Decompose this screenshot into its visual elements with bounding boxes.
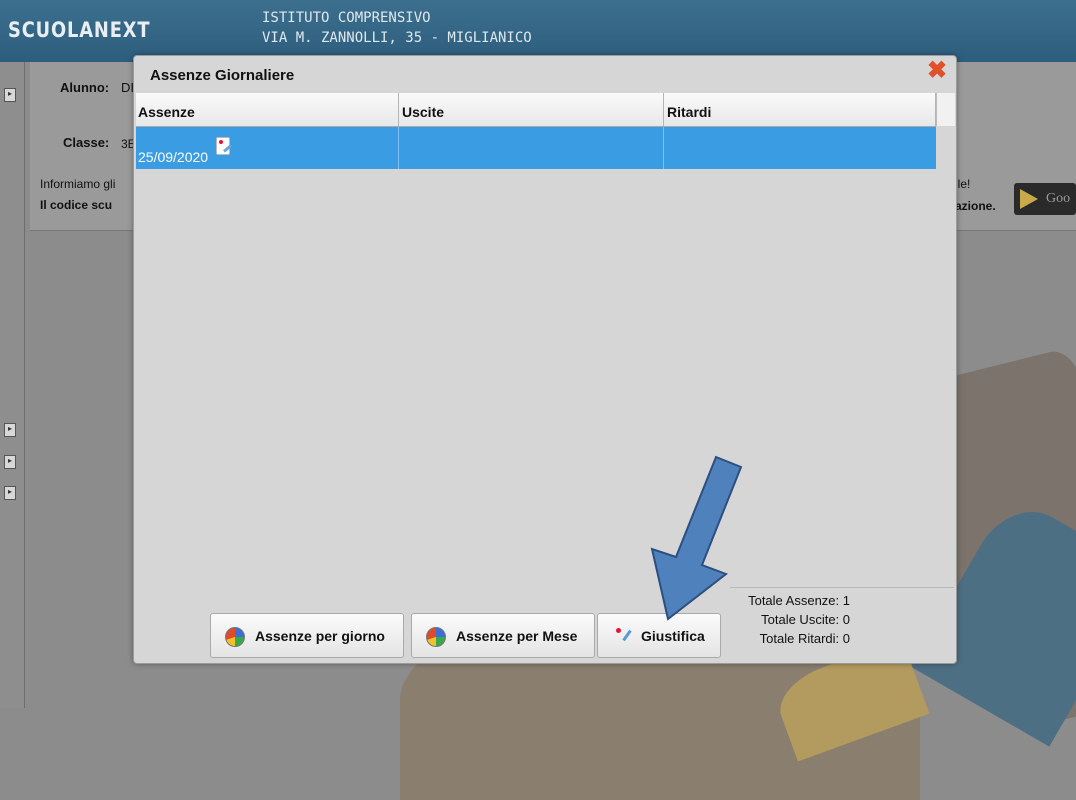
column-header-assenze[interactable]: Assenze bbox=[136, 93, 399, 126]
dialog-title: Assenze Giornaliere bbox=[150, 67, 295, 84]
button-label: Assenze per giorno bbox=[255, 628, 385, 644]
column-header-ritardi[interactable]: Ritardi bbox=[664, 93, 936, 126]
pie-chart-icon bbox=[426, 627, 446, 647]
school-name: ISTITUTO COMPRENSIVO VIA M. ZANNOLLI, 35… bbox=[262, 8, 532, 48]
google-play-icon bbox=[1020, 189, 1038, 209]
expand-icon[interactable]: ▸ bbox=[4, 423, 16, 437]
assenze-per-mese-button[interactable]: Assenze per Mese bbox=[411, 613, 595, 658]
column-header-uscite[interactable]: Uscite bbox=[399, 93, 664, 126]
table-header: Assenze Uscite Ritardi bbox=[136, 93, 936, 127]
google-play-text: Goo bbox=[1046, 191, 1071, 206]
alunno-label: Alunno: bbox=[60, 80, 110, 95]
close-icon[interactable]: ✖ bbox=[926, 59, 948, 83]
absence-date: 25/09/2020 bbox=[138, 149, 209, 165]
school-line-2: VIA M. ZANNOLLI, 35 - MIGLIANICO bbox=[262, 30, 532, 46]
cell-uscite bbox=[399, 127, 664, 169]
cell-ritardi bbox=[664, 127, 936, 169]
absences-dialog: Assenze Giornaliere ✖ Assenze Uscite Rit… bbox=[133, 55, 957, 664]
table-row[interactable]: 25/09/2020 bbox=[136, 127, 936, 169]
school-code-text: Il codice scu bbox=[40, 198, 113, 212]
footer-divider bbox=[730, 587, 954, 588]
scrollbar-header bbox=[936, 93, 955, 126]
pie-chart-icon bbox=[225, 627, 245, 647]
left-sidebar: ▸ ▸ ▸ ▸ bbox=[0, 62, 25, 708]
total-ritardi: Totale Ritardi: 0 bbox=[759, 631, 850, 646]
notice-text-end: ile! bbox=[955, 177, 971, 191]
button-label: Assenze per Mese bbox=[456, 628, 578, 644]
expand-icon[interactable]: ▸ bbox=[4, 486, 16, 500]
button-label: Giustifica bbox=[641, 628, 705, 644]
assenze-per-giorno-button[interactable]: Assenze per giorno bbox=[210, 613, 404, 658]
absences-table: Assenze Uscite Ritardi 25/09/2020 bbox=[136, 93, 955, 623]
classe-label: Classe: bbox=[63, 135, 110, 150]
app-header: SCUOLANEXT ISTITUTO COMPRENSIVO VIA M. Z… bbox=[0, 0, 1076, 62]
cell-assenze: 25/09/2020 bbox=[136, 127, 399, 169]
expand-icon[interactable]: ▸ bbox=[4, 88, 16, 102]
app-logo: SCUOLANEXT bbox=[8, 18, 151, 42]
school-line-1: ISTITUTO COMPRENSIVO bbox=[262, 10, 431, 26]
school-code-text-end: azione. bbox=[955, 199, 996, 213]
notice-text: Informiamo gli bbox=[40, 177, 116, 191]
google-play-badge[interactable]: Goo bbox=[1014, 183, 1076, 215]
justify-doc-icon[interactable] bbox=[216, 137, 232, 155]
arrow-icon bbox=[650, 455, 743, 621]
expand-icon[interactable]: ▸ bbox=[4, 455, 16, 469]
justify-icon bbox=[616, 628, 634, 644]
